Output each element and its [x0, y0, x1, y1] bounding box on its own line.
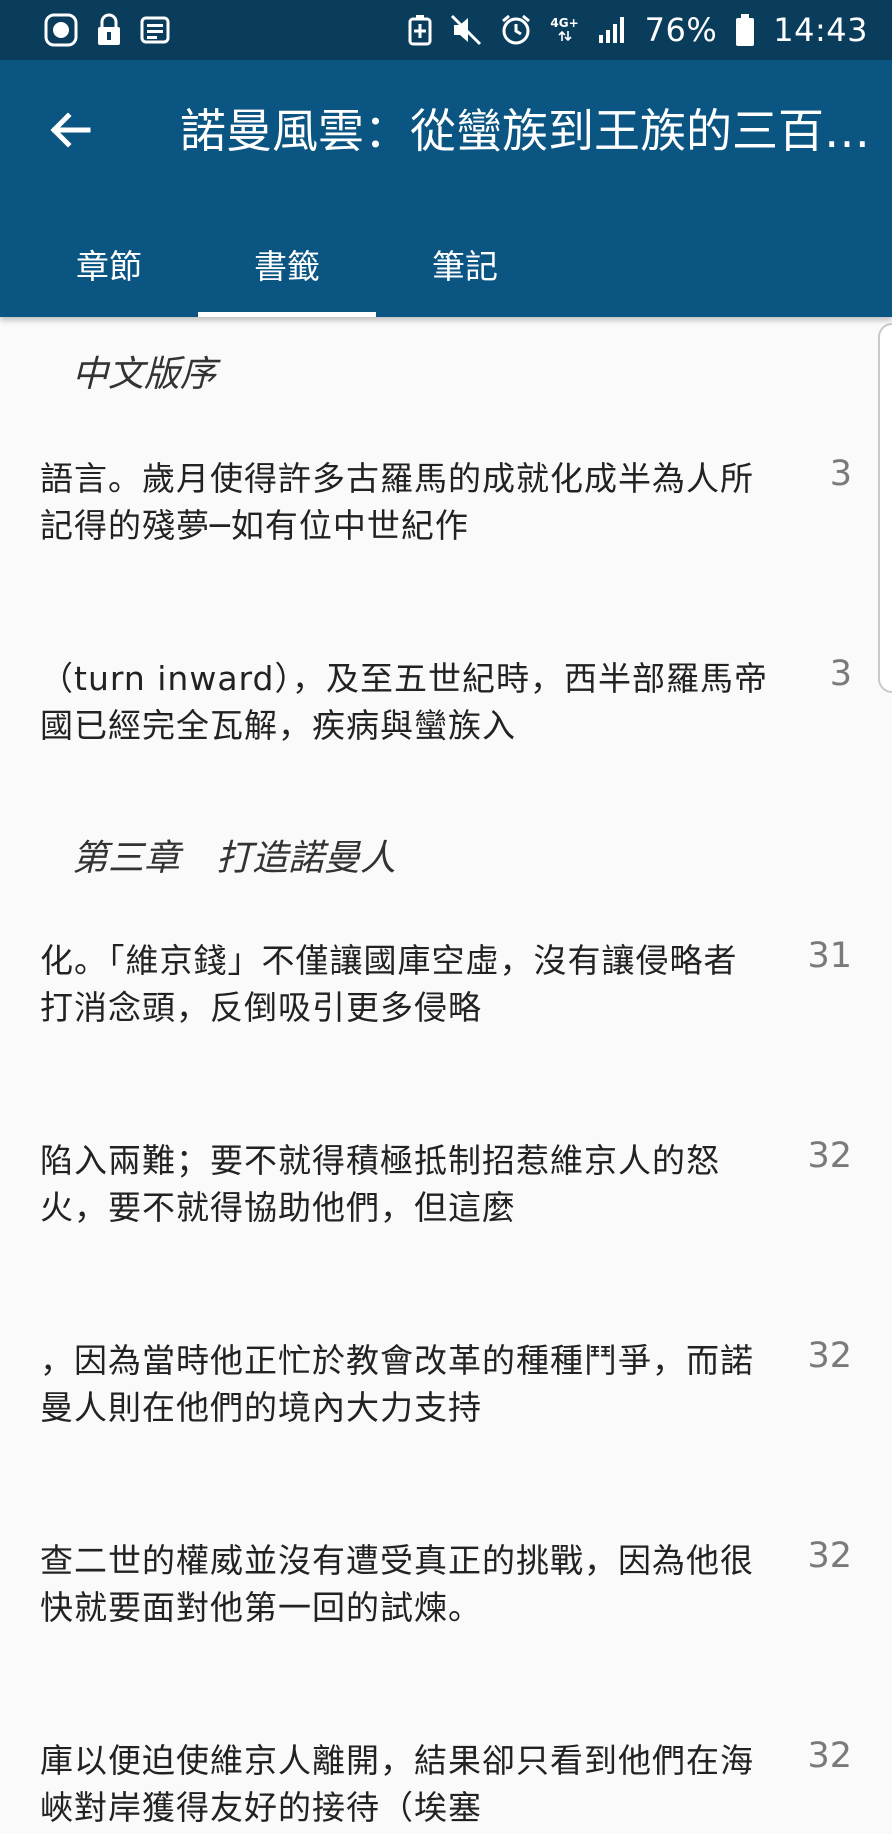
- bookmark-item[interactable]: ，因為當時他正忙於教會改革的種種鬥爭，而諾曼人則在他們的境內大力支持 32: [40, 1336, 860, 1431]
- bookmark-page-number: 3: [829, 654, 852, 694]
- section-header: 第三章 打造諾曼人: [72, 838, 397, 879]
- bookmark-page-number: 32: [807, 1136, 852, 1176]
- lock-icon: [96, 12, 122, 48]
- app-bar: 諾曼風雲：從蠻族到王族的三百… 章節 書籤 筆記: [0, 60, 892, 317]
- bookmark-list[interactable]: 中文版序 語言。歲月使得許多古羅馬的成就化成半為人所記得的殘夢─如有位中世紀作 …: [0, 317, 892, 1834]
- bookmark-item[interactable]: 查二世的權威並沒有遭受真正的挑戰，因為他很快就要面對他第一回的試煉。 32: [40, 1536, 860, 1631]
- bookmark-page-number: 32: [807, 1536, 852, 1576]
- book-title: 諾曼風雲：從蠻族到王族的三百…: [180, 104, 870, 158]
- network-type-icon: 4G+: [550, 12, 579, 48]
- bookmark-text: 語言。歲月使得許多古羅馬的成就化成半為人所記得的殘夢─如有位中世紀作: [40, 459, 754, 545]
- bookmark-page-number: 3: [829, 454, 852, 494]
- bookmark-item[interactable]: 語言。歲月使得許多古羅馬的成就化成半為人所記得的殘夢─如有位中世紀作 3: [40, 454, 860, 549]
- clock: 14:43: [773, 11, 868, 49]
- signal-icon: [597, 12, 627, 48]
- battery-saver-icon: [408, 12, 432, 48]
- bookmark-item[interactable]: 化。「維京錢」不僅讓國庫空虛，沒有讓侵略者打消念頭，反倒吸引更多侵略 31: [40, 936, 860, 1031]
- status-bar: 4G+ 76% 14:43: [0, 0, 892, 60]
- bookmark-text: 庫以便迫使維京人離開，結果卻只看到他們在海峽對岸獲得友好的接待（埃塞: [40, 1741, 754, 1827]
- tab-chapters[interactable]: 章節: [20, 220, 198, 317]
- bookmark-item[interactable]: 庫以便迫使維京人離開，結果卻只看到他們在海峽對岸獲得友好的接待（埃塞 32: [40, 1736, 860, 1831]
- battery-percentage: 76%: [644, 11, 718, 49]
- bookmark-text: 陷入兩難；要不就得積極抵制招惹維京人的怒火，要不就得協助他們，但這麼: [40, 1141, 720, 1227]
- bookmark-text: ，因為當時他正忙於教會改革的種種鬥爭，而諾曼人則在他們的境內大力支持: [40, 1341, 754, 1427]
- status-right-icons: 4G+ 76% 14:43: [408, 11, 868, 49]
- section-header: 中文版序: [72, 354, 217, 395]
- bookmark-page-number: 32: [807, 1736, 852, 1776]
- status-left-icons: [44, 12, 170, 48]
- tab-notes[interactable]: 筆記: [376, 220, 554, 317]
- bookmark-text: 化。「維京錢」不僅讓國庫空虛，沒有讓侵略者打消念頭，反倒吸引更多侵略: [40, 941, 738, 1027]
- app-notification-icon: [44, 12, 78, 48]
- bookmark-page-number: 32: [807, 1336, 852, 1376]
- tab-bar: 章節 書籤 筆記: [20, 220, 554, 317]
- scrollbar-handle[interactable]: [878, 323, 892, 693]
- bookmark-text: 查二世的權威並沒有遭受真正的挑戰，因為他很快就要面對他第一回的試煉。: [40, 1541, 754, 1627]
- bookmark-page-number: 31: [807, 936, 852, 976]
- mute-icon: [450, 12, 482, 48]
- battery-icon: [735, 12, 755, 48]
- bookmark-text: （turn inward），及至五世紀時，西半部羅馬帝國已經完全瓦解，疾病與蠻族…: [40, 659, 768, 745]
- bookmark-item[interactable]: （turn inward），及至五世紀時，西半部羅馬帝國已經完全瓦解，疾病與蠻族…: [40, 654, 860, 749]
- tab-bookmarks[interactable]: 書籤: [198, 220, 376, 317]
- message-icon: [140, 12, 170, 48]
- alarm-icon: [500, 12, 532, 48]
- back-button[interactable]: [40, 100, 100, 160]
- bookmark-item[interactable]: 陷入兩難；要不就得積極抵制招惹維京人的怒火，要不就得協助他們，但這麼 32: [40, 1136, 860, 1231]
- arrow-left-icon: [50, 112, 91, 148]
